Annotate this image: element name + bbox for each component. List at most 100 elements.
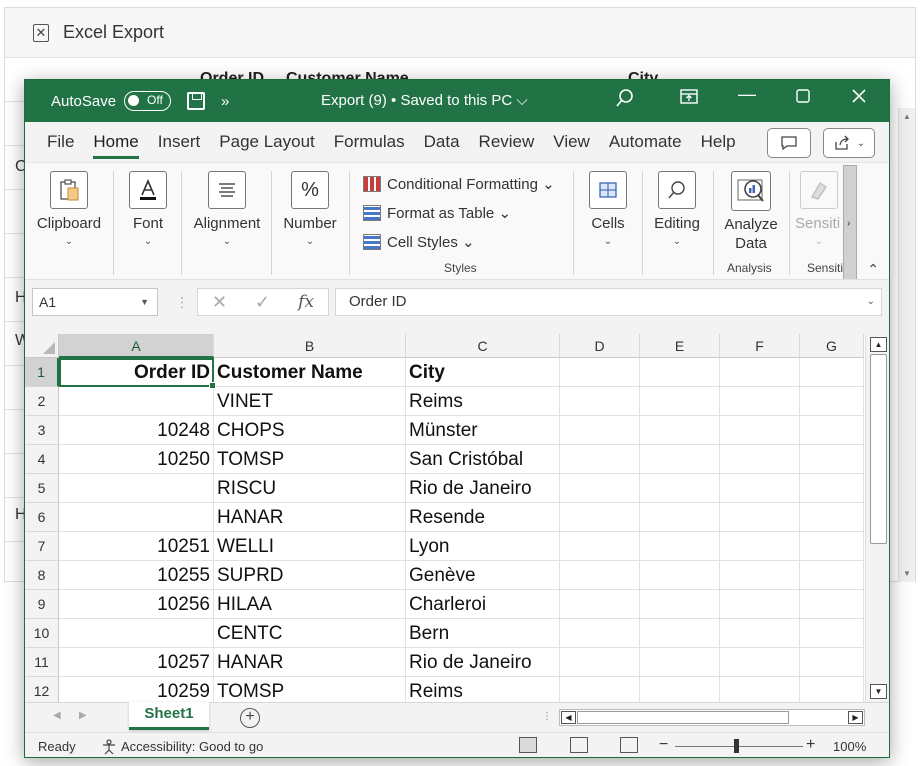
- cell-e5[interactable]: [640, 474, 720, 503]
- minimize-icon[interactable]: —: [738, 84, 756, 105]
- column-header-b[interactable]: B: [214, 334, 406, 358]
- cell-b1[interactable]: Customer Name: [214, 358, 406, 387]
- cell-a3[interactable]: 10248: [59, 416, 214, 445]
- cell-e7[interactable]: [640, 532, 720, 561]
- cell-f7[interactable]: [720, 532, 800, 561]
- cell-g6[interactable]: [800, 503, 864, 532]
- cell-g2[interactable]: [800, 387, 864, 416]
- cell-g1[interactable]: [800, 358, 864, 387]
- cell-b11[interactable]: HANAR: [214, 648, 406, 677]
- column-header-g[interactable]: G: [800, 334, 864, 358]
- conditional-formatting-button[interactable]: Conditional Formatting ⌄: [363, 175, 555, 193]
- tab-data[interactable]: Data: [424, 132, 460, 152]
- row-header[interactable]: 4: [25, 445, 59, 474]
- accessibility-status[interactable]: Accessibility: Good to go: [121, 739, 263, 754]
- tab-review[interactable]: Review: [479, 132, 535, 152]
- row-header[interactable]: 11: [25, 648, 59, 677]
- cell-d8[interactable]: [560, 561, 640, 590]
- cell-d4[interactable]: [560, 445, 640, 474]
- zoom-slider-handle[interactable]: [734, 739, 739, 753]
- cell-b10[interactable]: CENTC: [214, 619, 406, 648]
- more-commands-button[interactable]: »: [221, 93, 229, 110]
- cell-f1[interactable]: [720, 358, 800, 387]
- cell-c5[interactable]: Rio de Janeiro: [406, 474, 560, 503]
- zoom-level[interactable]: 100%: [833, 739, 866, 754]
- scroll-down-icon[interactable]: ▼: [870, 684, 887, 699]
- row-header[interactable]: 1: [25, 358, 59, 387]
- cell-e10[interactable]: [640, 619, 720, 648]
- format-as-table-button[interactable]: Format as Table ⌄: [363, 204, 511, 222]
- active-cell-selection[interactable]: [59, 358, 216, 389]
- row-header[interactable]: 9: [25, 590, 59, 619]
- column-header-d[interactable]: D: [560, 334, 640, 358]
- search-icon[interactable]: [615, 88, 635, 113]
- cell-f6[interactable]: [720, 503, 800, 532]
- editing-group[interactable]: Editing ⌄: [649, 163, 705, 280]
- formula-input[interactable]: Order ID ⌄: [335, 288, 882, 316]
- cell-a7[interactable]: 10251: [59, 532, 214, 561]
- tab-splitter[interactable]: ⋮: [542, 711, 552, 722]
- cells-group[interactable]: Cells ⌄: [581, 163, 635, 280]
- row-header[interactable]: 10: [25, 619, 59, 648]
- cell-b3[interactable]: CHOPS: [214, 416, 406, 445]
- cell-c6[interactable]: Resende: [406, 503, 560, 532]
- clipboard-group[interactable]: Clipboard ⌄: [31, 163, 107, 280]
- next-sheet-icon[interactable]: ▶: [79, 710, 87, 721]
- tab-insert[interactable]: Insert: [158, 132, 201, 152]
- cell-f5[interactable]: [720, 474, 800, 503]
- share-button[interactable]: ⌄: [823, 128, 875, 158]
- row-header[interactable]: 6: [25, 503, 59, 532]
- column-header-c[interactable]: C: [406, 334, 560, 358]
- accessibility-icon[interactable]: [100, 739, 118, 757]
- cell-d9[interactable]: [560, 590, 640, 619]
- row-header[interactable]: 8: [25, 561, 59, 590]
- scroll-thumb[interactable]: [577, 711, 789, 724]
- cell-e3[interactable]: [640, 416, 720, 445]
- cell-d2[interactable]: [560, 387, 640, 416]
- cell-b4[interactable]: TOMSP: [214, 445, 406, 474]
- row-header[interactable]: 7: [25, 532, 59, 561]
- cell-c8[interactable]: Genève: [406, 561, 560, 590]
- column-header-f[interactable]: F: [720, 334, 800, 358]
- cell-e11[interactable]: [640, 648, 720, 677]
- column-header-e[interactable]: E: [640, 334, 720, 358]
- cell-b5[interactable]: RISCU: [214, 474, 406, 503]
- background-scrollbar[interactable]: ▲ ▼: [898, 108, 915, 582]
- cell-g7[interactable]: [800, 532, 864, 561]
- name-box[interactable]: A1 ▼: [32, 288, 158, 316]
- cell-c11[interactable]: Rio de Janeiro: [406, 648, 560, 677]
- scroll-left-icon[interactable]: ◀: [561, 711, 576, 724]
- cell-g5[interactable]: [800, 474, 864, 503]
- cell-a8[interactable]: 10255: [59, 561, 214, 590]
- close-icon[interactable]: [851, 88, 867, 109]
- cell-b2[interactable]: VINET: [214, 387, 406, 416]
- sheet-tab-sheet1[interactable]: Sheet1: [129, 702, 209, 730]
- cell-g11[interactable]: [800, 648, 864, 677]
- cell-g8[interactable]: [800, 561, 864, 590]
- cell-d10[interactable]: [560, 619, 640, 648]
- scroll-thumb[interactable]: [870, 354, 887, 544]
- cell-d3[interactable]: [560, 416, 640, 445]
- vertical-scrollbar[interactable]: ▲ ▼: [865, 334, 889, 702]
- collapse-ribbon-icon[interactable]: ⌃: [867, 261, 879, 278]
- cell-c1[interactable]: City: [406, 358, 560, 387]
- zoom-in-icon[interactable]: +: [806, 736, 815, 754]
- row-header[interactable]: 5: [25, 474, 59, 503]
- cell-e6[interactable]: [640, 503, 720, 532]
- insert-function-icon[interactable]: fx: [298, 292, 314, 312]
- cell-e1[interactable]: [640, 358, 720, 387]
- cell-e8[interactable]: [640, 561, 720, 590]
- tab-view[interactable]: View: [553, 132, 590, 152]
- tab-file[interactable]: File: [47, 132, 74, 152]
- cell-c9[interactable]: Charleroi: [406, 590, 560, 619]
- ribbon-display-icon[interactable]: [679, 88, 699, 111]
- cell-c3[interactable]: Münster: [406, 416, 560, 445]
- scroll-up-icon[interactable]: ▲: [903, 112, 911, 121]
- add-sheet-icon[interactable]: +: [240, 708, 260, 728]
- cell-d7[interactable]: [560, 532, 640, 561]
- zoom-out-icon[interactable]: −: [659, 736, 668, 754]
- save-icon[interactable]: [187, 92, 206, 110]
- cell-d6[interactable]: [560, 503, 640, 532]
- maximize-icon[interactable]: [795, 88, 811, 109]
- normal-view-icon[interactable]: [519, 737, 537, 753]
